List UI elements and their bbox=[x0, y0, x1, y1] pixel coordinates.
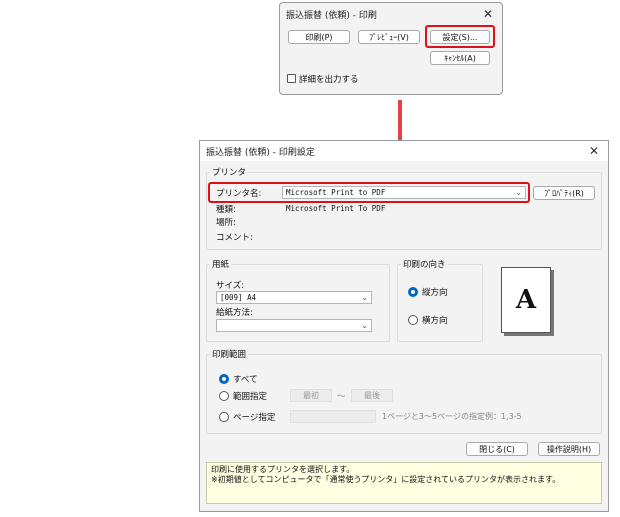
print-dialog-title: 振込振替 (依頼) - 印刷 bbox=[286, 10, 377, 21]
paper-source-select[interactable]: ⌄ bbox=[216, 319, 372, 332]
setup-dialog-titlebar: 振込振替 (依頼) - 印刷設定 bbox=[200, 141, 608, 161]
detail-output-checkbox[interactable] bbox=[287, 74, 296, 83]
range-pages-input[interactable] bbox=[290, 410, 376, 423]
orientation-group-title: 印刷の向き bbox=[401, 258, 448, 270]
settings-button-highlight bbox=[425, 25, 495, 48]
portrait-radio[interactable] bbox=[408, 287, 418, 297]
range-all-radio[interactable] bbox=[219, 374, 229, 384]
hint-line-2: ※初期値としてコンピュータで「通常使うプリンタ」に設定されているプリンタが表示さ… bbox=[211, 475, 561, 484]
close-button[interactable]: 閉じる(C) bbox=[466, 442, 528, 456]
print-dialog: 振込振替 (依頼) - 印刷 ✕ 印刷(P) ﾌﾟﾚﾋﾞｭｰ(V) 設定(S).… bbox=[279, 2, 503, 95]
cancel-button[interactable]: ｷｬﾝｾﾙ(A) bbox=[430, 51, 490, 65]
orientation-preview-letter: A bbox=[515, 285, 537, 315]
range-pages-radio[interactable] bbox=[219, 412, 229, 422]
range-first-input[interactable]: 最初 bbox=[290, 389, 332, 402]
setup-dialog-title: 振込振替 (依頼) - 印刷設定 bbox=[206, 147, 315, 158]
printer-location-label: 場所: bbox=[216, 218, 236, 228]
preview-button[interactable]: ﾌﾟﾚﾋﾞｭｰ(V) bbox=[358, 30, 420, 44]
paper-group-title: 用紙 bbox=[210, 258, 232, 270]
range-all-label: すべて bbox=[233, 375, 258, 385]
orientation-group bbox=[397, 264, 483, 342]
detail-output-label: 詳細を出力する bbox=[299, 75, 359, 85]
close-icon[interactable]: ✕ bbox=[480, 6, 496, 22]
chevron-down-icon: ⌄ bbox=[361, 293, 368, 302]
print-button[interactable]: 印刷(P) bbox=[288, 30, 350, 44]
help-button[interactable]: 操作説明(H) bbox=[538, 442, 600, 456]
printer-name-highlight bbox=[208, 182, 530, 203]
range-pages-hint: 1ページと3～5ページの指定例：1,3-5 bbox=[382, 412, 522, 421]
print-dialog-titlebar: 振込振替 (依頼) - 印刷 bbox=[280, 3, 502, 25]
landscape-label: 横方向 bbox=[422, 316, 448, 326]
close-icon[interactable]: ✕ bbox=[586, 143, 602, 159]
range-last-input[interactable]: 最後 bbox=[351, 389, 393, 402]
printer-group-title: プリンタ bbox=[210, 166, 249, 178]
paper-size-select[interactable]: [009] A4 ⌄ bbox=[216, 291, 372, 304]
print-setup-dialog: 振込振替 (依頼) - 印刷設定 ✕ プリンタ プリンタ名: Microsoft… bbox=[199, 140, 609, 512]
chevron-down-icon: ⌄ bbox=[361, 321, 368, 330]
paper-size-label: サイズ: bbox=[216, 281, 245, 291]
paper-source-label: 給紙方法: bbox=[216, 308, 253, 318]
properties-button[interactable]: ﾌﾟﾛﾊﾟﾃｨ(R) bbox=[533, 186, 595, 200]
portrait-label: 縦方向 bbox=[422, 288, 448, 298]
paper-size-value: [009] A4 bbox=[220, 293, 257, 302]
range-specify-radio[interactable] bbox=[219, 391, 229, 401]
hint-line-1: 印刷に使用するプリンタを選択します。 bbox=[211, 465, 355, 474]
landscape-radio[interactable] bbox=[408, 315, 418, 325]
printer-type-label: 種類: bbox=[216, 205, 236, 215]
hint-box: 印刷に使用するプリンタを選択します。 ※初期値としてコンピュータで「通常使うプリ… bbox=[206, 462, 602, 504]
range-pages-label: ページ指定 bbox=[233, 413, 276, 423]
printer-comment-label: コメント: bbox=[216, 233, 253, 243]
orientation-preview: A bbox=[501, 267, 551, 333]
range-tilde: ～ bbox=[337, 392, 346, 402]
printer-type-value: Microsoft Print To PDF bbox=[286, 204, 386, 213]
range-specify-label: 範囲指定 bbox=[233, 392, 268, 402]
print-range-group-title: 印刷範囲 bbox=[210, 348, 249, 360]
